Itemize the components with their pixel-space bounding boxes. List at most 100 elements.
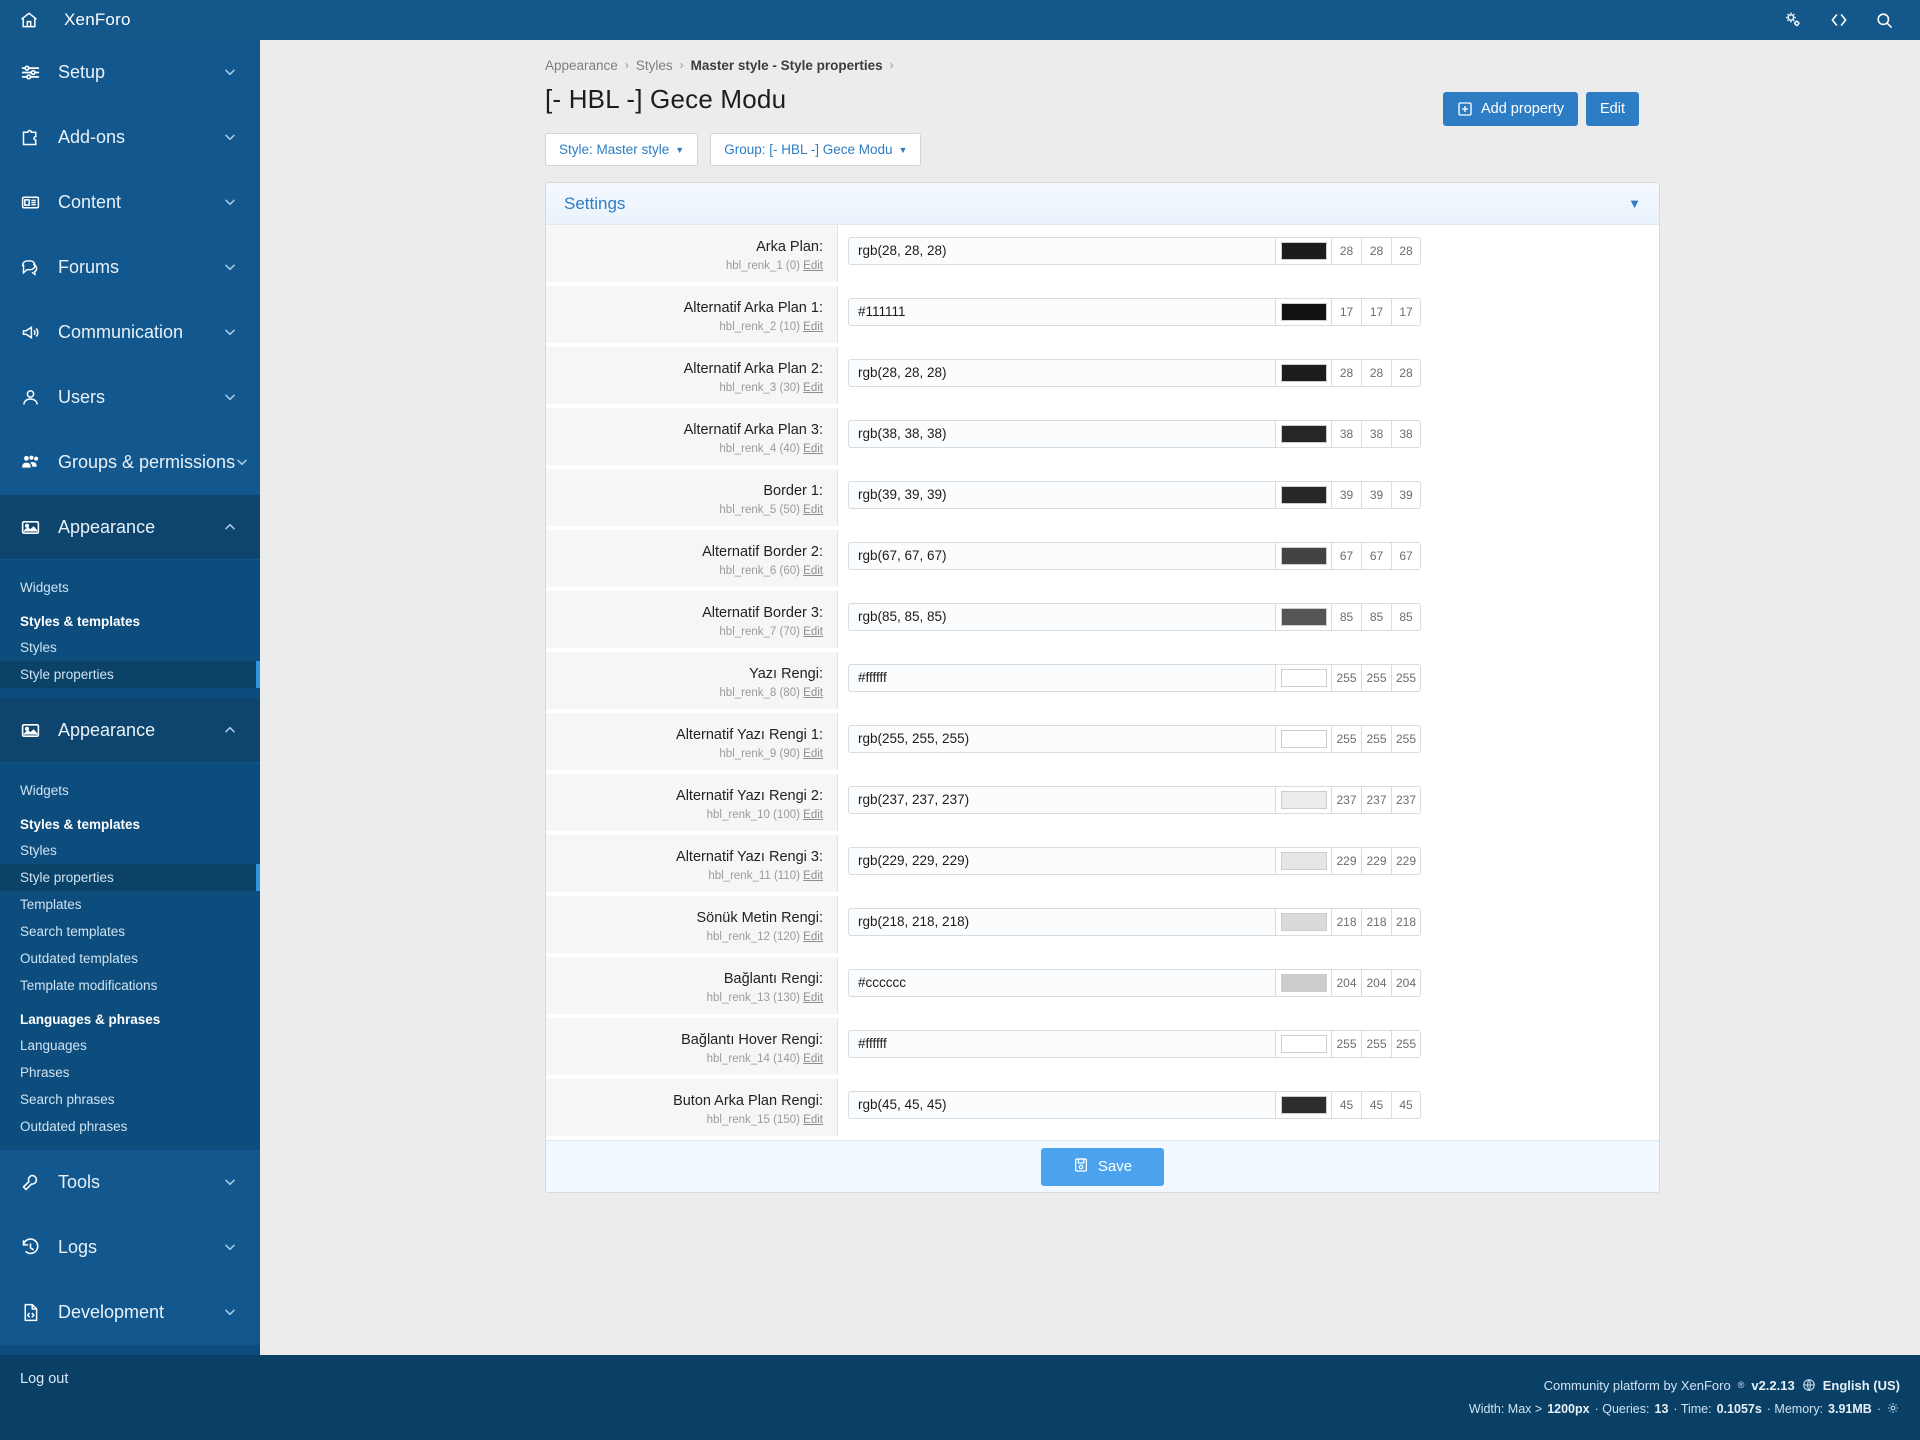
sidebar-item-phrases[interactable]: Phrases [0, 1059, 260, 1086]
rgb-red-value[interactable]: 45 [1331, 1091, 1361, 1119]
color-swatch-cell[interactable] [1275, 1030, 1331, 1058]
rgb-red-value[interactable]: 229 [1331, 847, 1361, 875]
rgb-green-value[interactable]: 17 [1361, 298, 1391, 326]
sidebar-group-communication[interactable]: Communication [0, 300, 260, 365]
color-value-input[interactable]: rgb(39, 39, 39) [848, 481, 1275, 509]
sidebar-item-style-properties[interactable]: Style properties [0, 661, 260, 688]
sidebar-group-logs[interactable]: Logs [0, 1215, 260, 1280]
logout-link[interactable]: Log out [20, 1371, 68, 1387]
rgb-blue-value[interactable]: 237 [1391, 786, 1421, 814]
rgb-red-value[interactable]: 17 [1331, 298, 1361, 326]
color-swatch-cell[interactable] [1275, 359, 1331, 387]
chevron-down-icon[interactable]: ▼ [1628, 196, 1641, 211]
rgb-red-value[interactable]: 85 [1331, 603, 1361, 631]
rgb-green-value[interactable]: 237 [1361, 786, 1391, 814]
rgb-blue-value[interactable]: 39 [1391, 481, 1421, 509]
color-swatch-cell[interactable] [1275, 1091, 1331, 1119]
rgb-red-value[interactable]: 255 [1331, 664, 1361, 692]
sidebar-item-widgets[interactable]: Widgets [0, 777, 260, 804]
sidebar-item-widgets[interactable]: Widgets [0, 574, 260, 601]
rgb-green-value[interactable]: 229 [1361, 847, 1391, 875]
code-icon[interactable] [1829, 10, 1849, 30]
sidebar-group-appearance-1[interactable]: Appearance [0, 495, 260, 560]
rgb-red-value[interactable]: 204 [1331, 969, 1361, 997]
sidebar-group-groups-permissions[interactable]: Groups & permissions [0, 430, 260, 495]
color-value-input[interactable]: #cccccc [848, 969, 1275, 997]
rgb-blue-value[interactable]: 45 [1391, 1091, 1421, 1119]
color-swatch-cell[interactable] [1275, 542, 1331, 570]
setting-edit-link[interactable]: Edit [803, 382, 823, 394]
color-value-input[interactable]: #111111 [848, 298, 1275, 326]
sidebar-item-outdated-phrases[interactable]: Outdated phrases [0, 1113, 260, 1140]
sidebar-group-appearance-2[interactable]: Appearance [0, 698, 260, 763]
sidebar-item-search-phrases[interactable]: Search phrases [0, 1086, 260, 1113]
rgb-blue-value[interactable]: 229 [1391, 847, 1421, 875]
add-property-button[interactable]: Add property [1442, 92, 1578, 126]
setting-edit-link[interactable]: Edit [803, 992, 823, 1004]
setting-edit-link[interactable]: Edit [803, 443, 823, 455]
breadcrumb-item-styles[interactable]: Styles [636, 58, 673, 73]
color-swatch-cell[interactable] [1275, 481, 1331, 509]
breadcrumb-item-master-style[interactable]: Master style - Style properties [691, 58, 883, 73]
sidebar-group-tools[interactable]: Tools [0, 1150, 260, 1215]
color-swatch-cell[interactable] [1275, 969, 1331, 997]
color-value-input[interactable]: #ffffff [848, 1030, 1275, 1058]
rgb-green-value[interactable]: 67 [1361, 542, 1391, 570]
color-value-input[interactable]: rgb(45, 45, 45) [848, 1091, 1275, 1119]
rgb-blue-value[interactable]: 204 [1391, 969, 1421, 997]
settings-panel-header[interactable]: Settings ▼ [546, 183, 1659, 225]
color-value-input[interactable]: #ffffff [848, 664, 1275, 692]
color-value-input[interactable]: rgb(28, 28, 28) [848, 237, 1275, 265]
sidebar-item-search-templates[interactable]: Search templates [0, 918, 260, 945]
breadcrumb-item-appearance[interactable]: Appearance [545, 58, 618, 73]
color-swatch-cell[interactable] [1275, 786, 1331, 814]
color-swatch-cell[interactable] [1275, 847, 1331, 875]
gears-icon[interactable] [1783, 10, 1803, 30]
sidebar-item-styles[interactable]: Styles [0, 837, 260, 864]
sidebar-item-style-properties[interactable]: Style properties [0, 864, 260, 891]
save-button[interactable]: Save [1040, 1147, 1165, 1186]
rgb-blue-value[interactable]: 67 [1391, 542, 1421, 570]
rgb-blue-value[interactable]: 28 [1391, 237, 1421, 265]
rgb-blue-value[interactable]: 255 [1391, 725, 1421, 753]
rgb-green-value[interactable]: 38 [1361, 420, 1391, 448]
rgb-green-value[interactable]: 28 [1361, 237, 1391, 265]
color-value-input[interactable]: rgb(218, 218, 218) [848, 908, 1275, 936]
rgb-red-value[interactable]: 255 [1331, 725, 1361, 753]
setting-edit-link[interactable]: Edit [803, 626, 823, 638]
rgb-green-value[interactable]: 28 [1361, 359, 1391, 387]
setting-edit-link[interactable]: Edit [803, 1053, 823, 1065]
sidebar-item-outdated-templates[interactable]: Outdated templates [0, 945, 260, 972]
rgb-red-value[interactable]: 28 [1331, 359, 1361, 387]
setting-edit-link[interactable]: Edit [803, 565, 823, 577]
color-swatch-cell[interactable] [1275, 603, 1331, 631]
rgb-green-value[interactable]: 85 [1361, 603, 1391, 631]
setting-edit-link[interactable]: Edit [803, 687, 823, 699]
color-value-input[interactable]: rgb(237, 237, 237) [848, 786, 1275, 814]
edit-button[interactable]: Edit [1586, 92, 1639, 126]
search-icon[interactable] [1875, 11, 1894, 30]
rgb-blue-value[interactable]: 255 [1391, 664, 1421, 692]
color-swatch-cell[interactable] [1275, 725, 1331, 753]
sidebar-group-users[interactable]: Users [0, 365, 260, 430]
rgb-green-value[interactable]: 204 [1361, 969, 1391, 997]
rgb-green-value[interactable]: 218 [1361, 908, 1391, 936]
sidebar-group-addons[interactable]: Add-ons [0, 105, 260, 170]
rgb-blue-value[interactable]: 218 [1391, 908, 1421, 936]
rgb-green-value[interactable]: 45 [1361, 1091, 1391, 1119]
setting-edit-link[interactable]: Edit [803, 321, 823, 333]
color-value-input[interactable]: rgb(38, 38, 38) [848, 420, 1275, 448]
rgb-red-value[interactable]: 38 [1331, 420, 1361, 448]
color-value-input[interactable]: rgb(85, 85, 85) [848, 603, 1275, 631]
home-icon[interactable] [8, 0, 50, 40]
color-swatch-cell[interactable] [1275, 237, 1331, 265]
rgb-red-value[interactable]: 237 [1331, 786, 1361, 814]
setting-edit-link[interactable]: Edit [803, 1114, 823, 1126]
gear-icon[interactable] [1886, 1401, 1900, 1418]
setting-edit-link[interactable]: Edit [803, 931, 823, 943]
sidebar-group-content[interactable]: Content [0, 170, 260, 235]
rgb-red-value[interactable]: 255 [1331, 1030, 1361, 1058]
rgb-red-value[interactable]: 218 [1331, 908, 1361, 936]
rgb-blue-value[interactable]: 17 [1391, 298, 1421, 326]
sidebar-item-templates[interactable]: Templates [0, 891, 260, 918]
